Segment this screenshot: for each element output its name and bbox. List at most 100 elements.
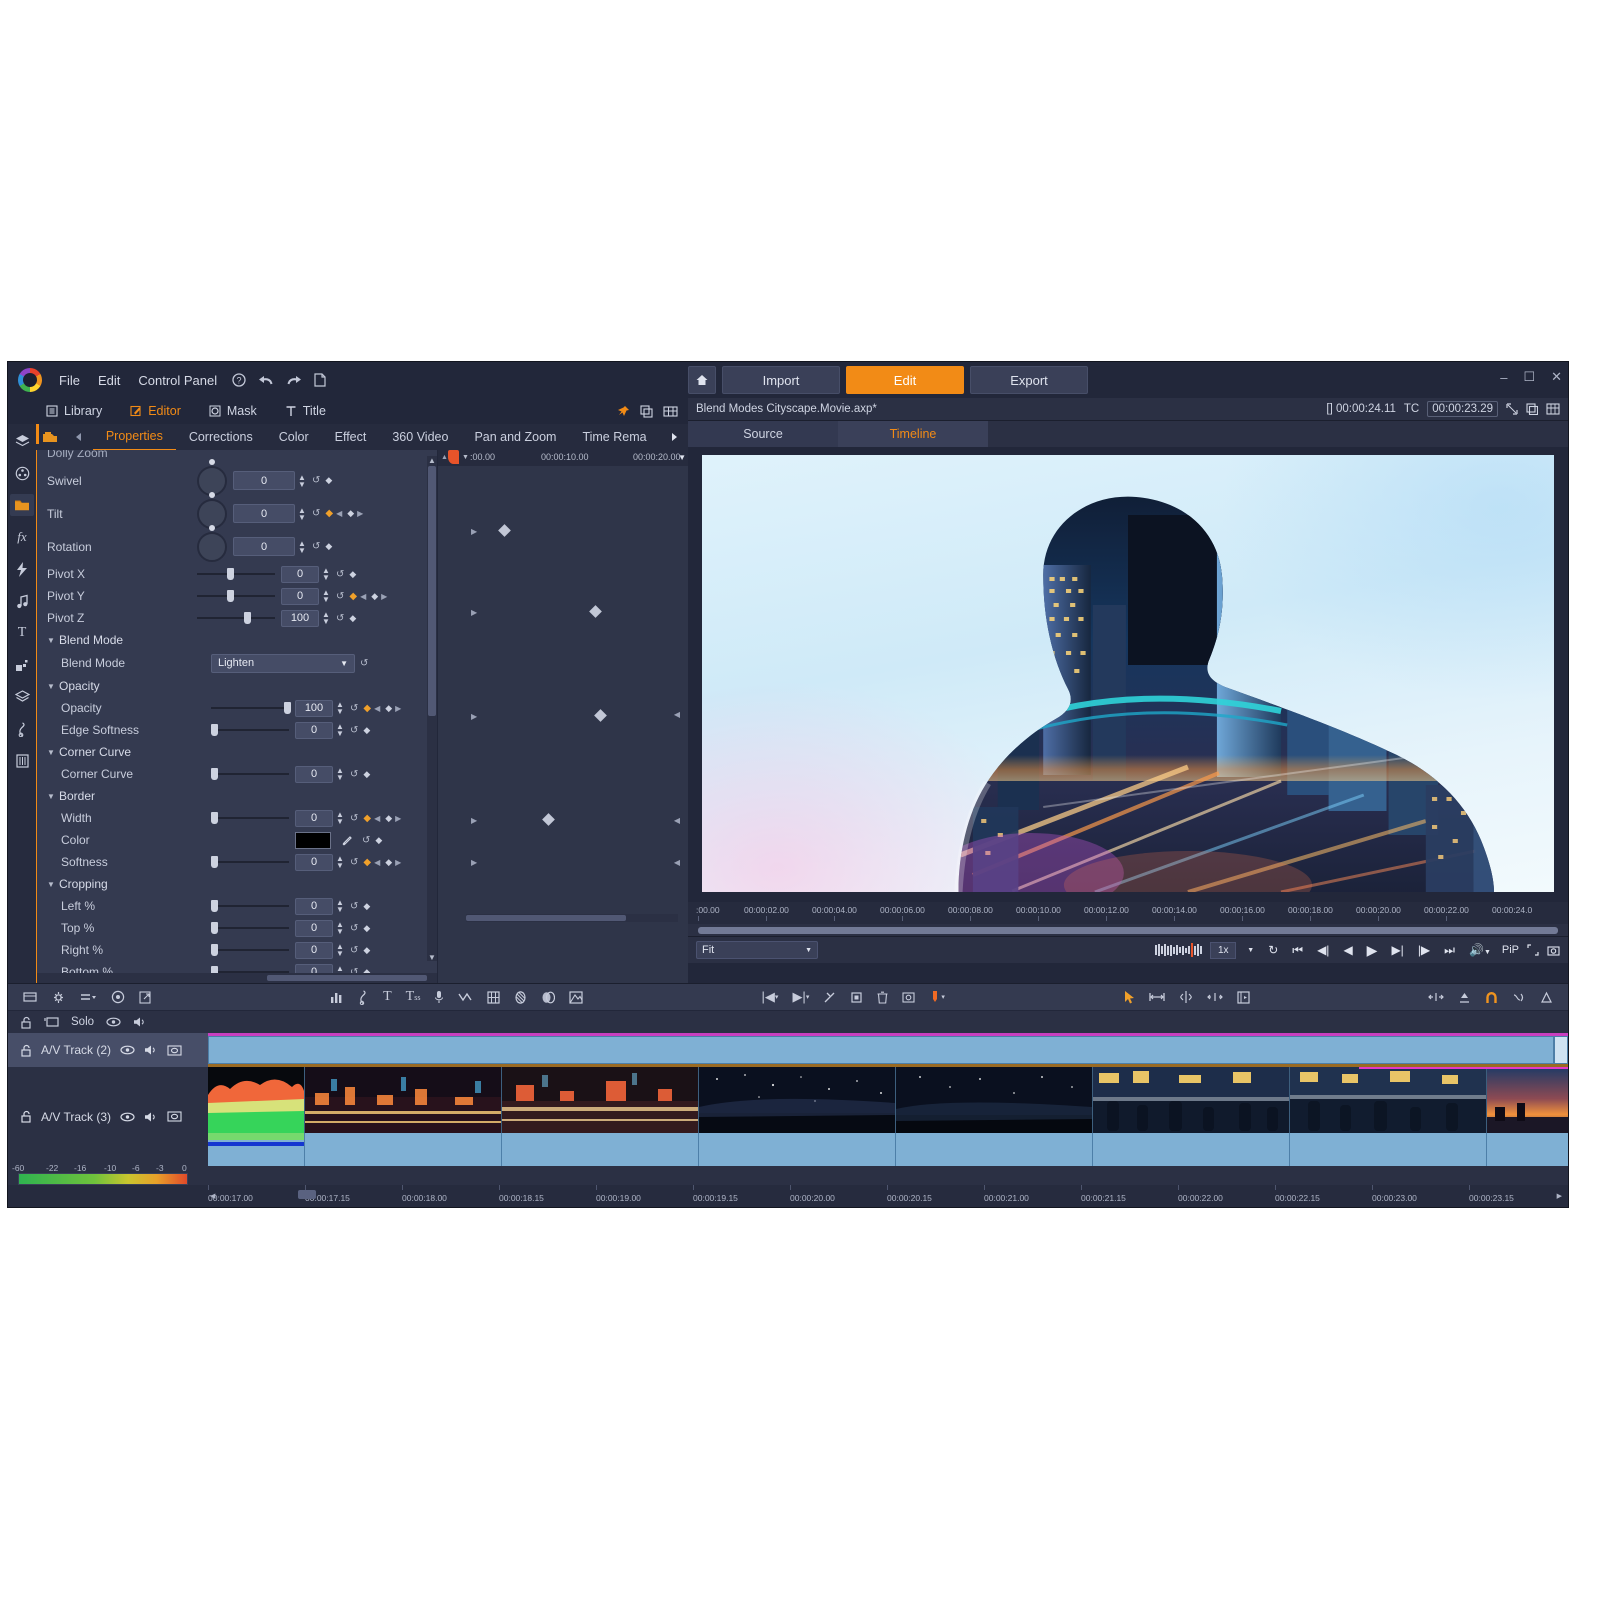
border-softness-add-keyframe-icon[interactable]: ◆	[385, 857, 392, 868]
opacity-stepper[interactable]: ▲ ▼	[335, 701, 345, 716]
voice-over-icon[interactable]	[427, 990, 451, 1004]
pivot-z-reset-icon[interactable]: ↺	[336, 613, 344, 624]
sync-icon[interactable]	[1451, 991, 1478, 1004]
pivot-z-value[interactable]: 100	[281, 609, 319, 627]
chroma-key-icon[interactable]	[562, 990, 590, 1004]
edge-softness-reset-icon[interactable]: ↺	[350, 725, 358, 736]
opacity-slider[interactable]	[211, 702, 292, 714]
border-softness-value[interactable]: 0	[295, 853, 333, 871]
keyframe-expand-arrow-icon[interactable]: ▶	[471, 858, 477, 867]
magnet-icon[interactable]	[1478, 991, 1505, 1004]
tilt-value[interactable]: 0	[233, 504, 295, 523]
border-softness-slider[interactable]	[211, 856, 289, 868]
minimize-button[interactable]: –	[1500, 370, 1507, 385]
undo-icon[interactable]	[258, 373, 274, 387]
left-pct-stepper[interactable]: ▲ ▼	[335, 899, 345, 914]
ripple-icon[interactable]	[1421, 991, 1451, 1003]
property-group-blend-mode[interactable]: ▼ Blend Mode	[37, 629, 437, 651]
motion-icon[interactable]	[451, 991, 480, 1003]
transition-icon[interactable]	[507, 990, 534, 1004]
property-hscrollbar-thumb[interactable]	[267, 975, 427, 981]
expand-preview-icon[interactable]	[1506, 403, 1518, 415]
pivot-z-slider[interactable]	[197, 612, 275, 624]
ruler-scroll-left-icon[interactable]: ◀	[210, 1192, 215, 1200]
border-width-prev-keyframe-icon[interactable]: ◀	[374, 814, 380, 823]
module-tab-mask[interactable]: Mask	[195, 398, 271, 424]
swivel-keyframe-icon[interactable]: ◆	[325, 475, 332, 486]
keyframe-playhead[interactable]	[448, 450, 459, 464]
pivot-y-next-keyframe-icon[interactable]: ▶	[381, 592, 387, 601]
pin-icon[interactable]	[617, 405, 630, 418]
top-pct-reset-icon[interactable]: ↺	[350, 923, 358, 934]
music-icon[interactable]	[10, 590, 34, 612]
key-icon[interactable]	[167, 1044, 182, 1056]
property-group-border[interactable]: ▼ Border	[37, 785, 437, 807]
module-tab-editor[interactable]: Editor	[116, 398, 195, 424]
right-pct-slider[interactable]	[211, 944, 289, 956]
blend-mode-reset-icon[interactable]: ↺	[360, 658, 368, 669]
fullscreen-icon[interactable]	[1527, 944, 1539, 956]
tilt-add-keyframe-icon[interactable]: ◆	[347, 508, 354, 519]
right-pct-stepper[interactable]: ▲ ▼	[335, 943, 345, 958]
transition-icon[interactable]	[10, 558, 34, 580]
keyframe-hscrollbar-thumb[interactable]	[466, 915, 626, 921]
border-width-reset-icon[interactable]: ↺	[350, 813, 358, 824]
clip-thumbnail[interactable]	[305, 1067, 502, 1133]
chevron-down-icon[interactable]: ▼	[47, 636, 59, 645]
pivot-y-stepper[interactable]: ▲ ▼	[321, 589, 331, 604]
property-row-rotation[interactable]: Rotation 0 ▲ ▼ ↺ ◆	[37, 524, 437, 563]
crop-icon[interactable]	[843, 991, 870, 1004]
start-icon[interactable]: ⏮	[1289, 943, 1306, 958]
solo-label[interactable]: Solo	[71, 1016, 94, 1028]
loop-icon[interactable]: ↻	[1265, 943, 1281, 957]
tilt-next-keyframe-icon[interactable]: ▶	[357, 509, 363, 518]
eye-icon[interactable]	[106, 1017, 121, 1027]
storyboard-icon[interactable]	[480, 990, 507, 1004]
delete-icon[interactable]	[870, 991, 895, 1004]
keyframe-expand-arrow-icon[interactable]: ▶	[471, 816, 477, 825]
keyframe-ruler[interactable]: ▲ ▼ :00.00 00:00:10.00 00:00:20.00 ▼	[438, 450, 688, 466]
top-pct-keyframe-icon[interactable]: ◆	[363, 923, 370, 934]
swivel-stepper[interactable]: ▲ ▼	[297, 473, 307, 488]
pivot-z-stepper[interactable]: ▲ ▼	[321, 611, 331, 626]
chevron-down-icon[interactable]: ▼	[47, 682, 59, 691]
tab-effect[interactable]: Effect	[322, 424, 380, 450]
property-row-right-pct[interactable]: Right % 0 ▲ ▼ ↺ ◆	[37, 939, 437, 961]
eyedropper-icon[interactable]	[341, 834, 354, 847]
right-pct-value[interactable]: 0	[295, 941, 333, 959]
corner-curve-reset-icon[interactable]: ↺	[350, 769, 358, 780]
border-softness-next-keyframe-icon[interactable]: ▶	[395, 858, 401, 867]
layout-toggle-icon[interactable]	[1546, 403, 1560, 415]
folder-icon[interactable]	[10, 494, 34, 516]
marker-icon[interactable]: ▾	[922, 990, 952, 1004]
opacity-next-keyframe-icon[interactable]: ▶	[395, 704, 401, 713]
border-color-reset-icon[interactable]: ↺	[362, 835, 370, 846]
copy-icon[interactable]	[640, 404, 653, 418]
mixer-icon[interactable]	[1533, 991, 1560, 1004]
right-pct-keyframe-icon[interactable]: ◆	[363, 945, 370, 956]
lock-icon[interactable]	[20, 1110, 32, 1123]
property-row-border-softness[interactable]: Softness 0 ▲ ▼ ↺ ◆ ◀ ◆ ▶	[37, 851, 437, 873]
prev-clip-icon[interactable]: ◀|	[1314, 943, 1332, 957]
tilt-prev-keyframe-icon[interactable]: ◀	[336, 509, 342, 518]
ruler-scroll-right-icon[interactable]: ▶	[1557, 1192, 1562, 1200]
collapse-tabs-button[interactable]	[64, 432, 92, 442]
preview-scrollbar[interactable]	[698, 926, 1558, 934]
speaker-icon[interactable]	[133, 1016, 147, 1028]
property-row-edge-softness[interactable]: Edge Softness 0 ▲ ▼ ↺ ◆	[37, 719, 437, 741]
tab-source[interactable]: Source	[688, 421, 838, 447]
opacity-reset-icon[interactable]: ↺	[350, 703, 358, 714]
keyframe-panel[interactable]: ▲ ▼ :00.00 00:00:10.00 00:00:20.00 ▼ ▶ ▶…	[438, 450, 688, 983]
slide-tool-icon[interactable]	[1200, 991, 1230, 1003]
property-row-pivot-x[interactable]: Pivot X 0 ▲ ▼ ↺ ◆	[37, 563, 437, 585]
left-pct-value[interactable]: 0	[295, 897, 333, 915]
pivot-y-keyframe-toggle[interactable]: ◆	[349, 591, 357, 602]
property-scrollbar[interactable]: ▲ ▼	[427, 456, 437, 962]
keyframe-expand-arrow-icon[interactable]: ▶	[471, 527, 477, 536]
audio-mixer-icon[interactable]	[323, 991, 351, 1004]
keyframe-hscrollbar[interactable]	[466, 914, 678, 922]
keyframe-expand-arrow-icon[interactable]: ▶	[471, 608, 477, 617]
speaker-icon[interactable]	[144, 1044, 158, 1056]
border-softness-stepper[interactable]: ▲ ▼	[335, 855, 345, 870]
snapshot-icon[interactable]	[895, 991, 922, 1003]
